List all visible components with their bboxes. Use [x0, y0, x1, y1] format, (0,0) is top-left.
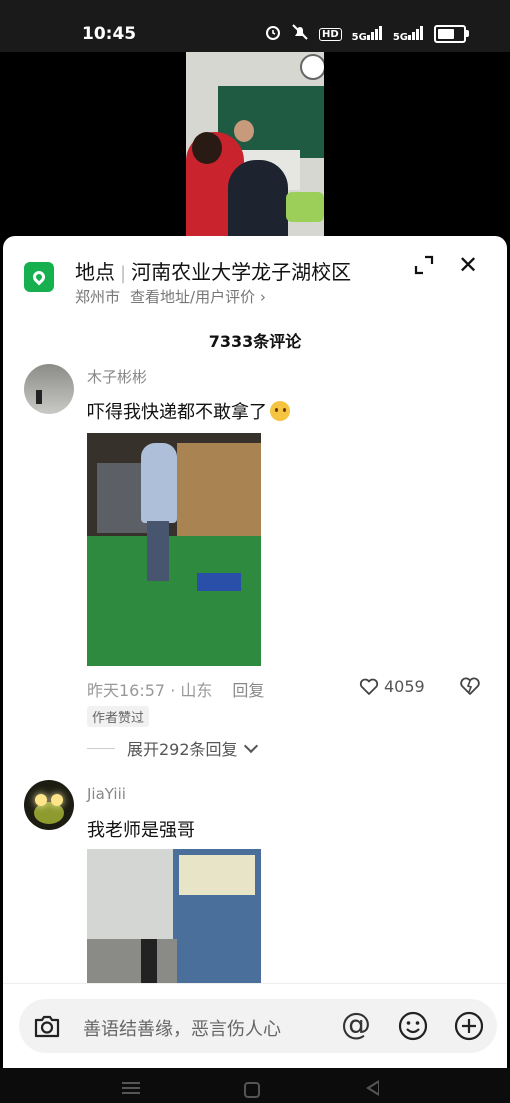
plus-icon[interactable] [453, 1010, 485, 1042]
5g-signal-icon: 5G [352, 25, 383, 43]
video-student-head [192, 132, 222, 164]
expand-replies-button[interactable]: 展开292条回复 [87, 736, 258, 760]
location-pin-icon [24, 262, 54, 292]
comment-count: 7333条评论 [208, 332, 302, 351]
comment-image[interactable] [87, 433, 261, 666]
emoji-icon[interactable] [397, 1010, 429, 1042]
location-name: 河南农业大学龙子湖校区 [131, 260, 352, 284]
location-label: 地点 [75, 260, 115, 284]
video-preview[interactable] [186, 52, 324, 242]
back-icon[interactable] [366, 1080, 379, 1096]
comment-username[interactable]: JiaYiii [87, 785, 126, 803]
chevron-down-icon [243, 738, 258, 753]
status-time: 10:45 [82, 24, 137, 44]
video-clock [300, 54, 324, 80]
like-button[interactable]: 4059 [359, 677, 425, 696]
home-icon[interactable] [244, 1082, 260, 1098]
system-nav-bar [0, 1068, 510, 1103]
battery-icon [434, 25, 469, 43]
status-icons: HD 5G 5G [265, 24, 469, 44]
expand-replies-label: 展开292条回复 [127, 740, 238, 759]
comment-sheet: 地点 | 河南农业大学龙子湖校区 郑州市 查看地址/用户评价 › ✕ 7333条评论 … [3, 236, 507, 1103]
avatar[interactable] [24, 780, 74, 830]
reply-button[interactable]: 回复 [232, 681, 264, 700]
video-teacher [234, 120, 254, 142]
location-title[interactable]: 地点 | 河南农业大学龙子湖校区 [75, 256, 351, 285]
video-student-dark [228, 160, 288, 242]
alarm-icon [265, 24, 281, 44]
location-detail-link[interactable]: 查看地址/用户评价 › [130, 288, 266, 306]
close-icon[interactable]: ✕ [458, 253, 478, 277]
mention-icon[interactable]: @ [341, 1009, 371, 1041]
comment-input[interactable]: 善语结善缘，恶言伤人心 @ [19, 999, 497, 1053]
input-placeholder: 善语结善缘，恶言伤人心 [83, 1019, 281, 1040]
hd-icon: HD [318, 27, 342, 41]
video-chair [286, 192, 324, 222]
mute-icon [291, 24, 309, 44]
comment-text: 我老师是强哥 [87, 820, 195, 841]
expand-icon[interactable] [413, 254, 435, 276]
comment-text: 吓得我快递都不敢拿了 [87, 398, 290, 424]
heart-icon [359, 678, 379, 695]
location-city: 郑州市 [75, 288, 121, 306]
status-bar: 10:45 HD 5G 5G [0, 0, 510, 52]
comment-time-place: 昨天16:57 · 山东 [87, 681, 213, 700]
menu-icon[interactable] [122, 1082, 140, 1094]
comment-image[interactable] [87, 849, 261, 989]
like-count: 4059 [384, 677, 425, 696]
comment-meta: 昨天16:57 · 山东 回复 [87, 677, 264, 701]
author-liked-badge: 作者赞过 [87, 706, 150, 727]
camera-icon[interactable] [33, 1013, 61, 1039]
comment-username[interactable]: 木子彬彬 [87, 366, 147, 387]
avatar[interactable] [24, 364, 74, 414]
pleading-face-emoji-icon [270, 401, 290, 421]
5g-signal-icon: 5G [393, 25, 424, 43]
dislike-icon[interactable] [459, 676, 481, 696]
location-subtitle[interactable]: 郑州市 查看地址/用户评价 › [75, 286, 266, 307]
